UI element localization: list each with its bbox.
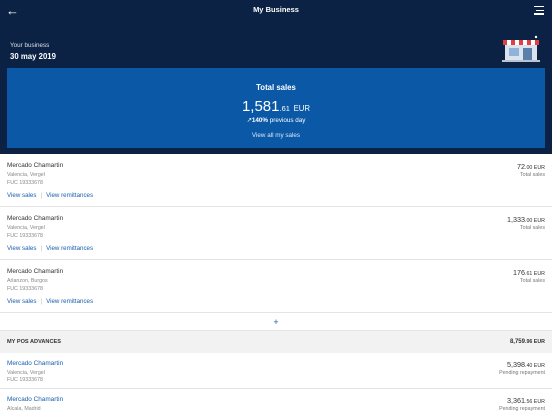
- merchant-address: Valencia, Vergel: [7, 370, 45, 376]
- advance-merchant-link[interactable]: Mercado Chamartin: [7, 360, 63, 367]
- top-bar: ← My Business: [0, 0, 552, 22]
- row-links: View sales | View remittances: [7, 298, 94, 305]
- pos-advances-header: MY POS ADVANCES 8,759.96 EUR: [0, 331, 552, 353]
- list-item: Mercado Chamartin Valencia, Vergel FUC 1…: [0, 207, 552, 260]
- business-date: 30 may 2019: [10, 52, 56, 61]
- advances-list: Mercado Chamartin Valencia, Vergel FUC 1…: [0, 353, 552, 414]
- view-remittances-link[interactable]: View remittances: [46, 192, 93, 199]
- row-links: View sales | View remittances: [7, 245, 94, 252]
- view-sales-link[interactable]: View sales: [7, 245, 36, 252]
- view-remittances-link[interactable]: View remittances: [46, 245, 93, 252]
- store-icon: [502, 35, 540, 62]
- view-remittances-link[interactable]: View remittances: [46, 298, 93, 305]
- merchant-name: Mercado Chamartin: [7, 268, 64, 275]
- amount-caption: Total sales: [519, 172, 545, 178]
- advance-amount: 3,361.56 EUR: [506, 396, 545, 405]
- merchant-fuc: FUC 19333678: [7, 180, 43, 186]
- amount-caption: Pending repayment: [499, 370, 545, 376]
- view-all-sales-link[interactable]: View all my sales: [7, 132, 545, 139]
- merchant-fuc: FUC 19333678: [7, 377, 43, 383]
- list-item: Mercado Chamartin Alcala, Madrid 3,361.5…: [0, 389, 552, 414]
- amount-caption: Total sales: [519, 225, 545, 231]
- add-business-button[interactable]: +: [0, 313, 552, 331]
- total-sales-card: Total sales 1,581.61 EUR ↗140% previous …: [7, 68, 545, 148]
- sales-change: ↗140% previous day: [246, 117, 306, 124]
- pos-advances-label: MY POS ADVANCES: [7, 339, 61, 345]
- row-amount: 72.00 EUR: [516, 162, 545, 171]
- merchant-address: Alcala, Madrid: [7, 406, 41, 412]
- business-label: Your business: [10, 42, 50, 49]
- amount-caption: Pending repayment: [499, 406, 545, 412]
- merchant-address: Valencia, Vergel: [7, 225, 45, 231]
- row-amount: 1,333.00 EUR: [506, 215, 545, 224]
- total-sales-amount: 1,581.61 EUR: [241, 98, 311, 115]
- list-item: Mercado Chamartin Valencia, Vergel FUC 1…: [0, 154, 552, 207]
- merchant-fuc: FUC 19333678: [7, 233, 43, 239]
- row-links: View sales | View remittances: [7, 192, 94, 199]
- sales-list: Mercado Chamartin Valencia, Vergel FUC 1…: [0, 154, 552, 313]
- advance-merchant-link[interactable]: Mercado Chamartin: [7, 396, 63, 403]
- amount-caption: Total sales: [519, 278, 545, 284]
- advance-amount: 5,398.40 EUR: [506, 360, 545, 369]
- merchant-address: Valencia, Vergel: [7, 172, 45, 178]
- merchant-fuc: FUC 19333678: [7, 286, 43, 292]
- business-hero: Your business 30 may 2019 Total sales 1,…: [0, 22, 552, 154]
- merchant-address: Arlanzon, Burgos: [7, 278, 48, 284]
- view-sales-link[interactable]: View sales: [7, 298, 36, 305]
- view-sales-link[interactable]: View sales: [7, 192, 36, 199]
- total-sales-title: Total sales: [256, 83, 296, 92]
- list-item: Mercado Chamartin Arlanzon, Burgos FUC 1…: [0, 260, 552, 313]
- merchant-name: Mercado Chamartin: [7, 162, 64, 169]
- pos-advances-total: 8,759.96 EUR: [509, 339, 545, 345]
- menu-icon[interactable]: [534, 6, 544, 15]
- page-title: My Business: [253, 5, 299, 14]
- merchant-name: Mercado Chamartin: [7, 215, 64, 222]
- list-item: Mercado Chamartin Valencia, Vergel FUC 1…: [0, 353, 552, 389]
- row-amount: 176.61 EUR: [512, 268, 545, 277]
